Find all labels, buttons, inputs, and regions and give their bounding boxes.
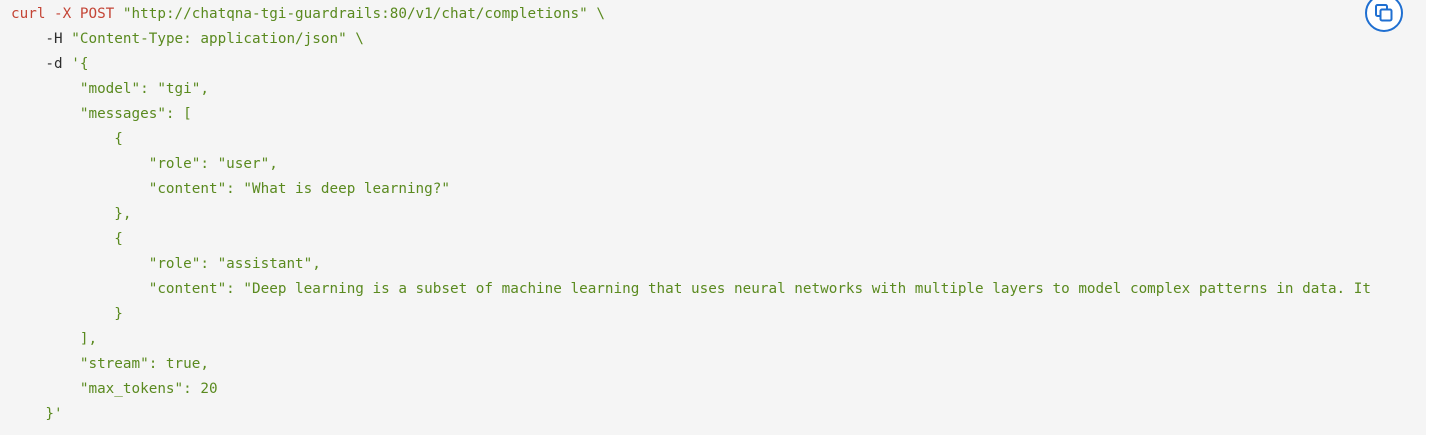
code-token: "role": "user", (11, 156, 278, 172)
code-line: { (11, 127, 1371, 152)
code-token: '{ (71, 56, 89, 72)
code-line: "max_tokens": 20 (11, 377, 1371, 402)
code-token: ], (11, 331, 98, 347)
code-line: curl -X POST "http://chatqna-tgi-guardra… (11, 2, 1371, 27)
code-line: "stream": true, (11, 352, 1371, 377)
code-line: -d '{ (11, 52, 1371, 77)
code-line: "content": "What is deep learning?" (11, 177, 1371, 202)
code-block: curl -X POST "http://chatqna-tgi-guardra… (0, 0, 1426, 435)
code-token: -d (11, 56, 72, 72)
code-token: "messages": [ (11, 106, 192, 122)
code-token: "model": "tgi", (11, 81, 209, 97)
code-line: "messages": [ (11, 102, 1371, 127)
code-line: ], (11, 327, 1371, 352)
code-line: { (11, 227, 1371, 252)
code-line: }' (11, 402, 1371, 427)
code-token: "content": "What is deep learning?" (11, 181, 450, 197)
code-line: "model": "tgi", (11, 77, 1371, 102)
code-token: "stream": true, (11, 356, 209, 372)
code-token: { (11, 131, 123, 147)
code-token: }' (11, 406, 63, 422)
code-line: -H "Content-Type: application/json" \ (11, 27, 1371, 52)
code-token: }, (11, 206, 132, 222)
code-token: "max_tokens": 20 (11, 381, 218, 397)
code-token: } (11, 306, 123, 322)
code-line: "content": "Deep learning is a subset of… (11, 277, 1371, 302)
code-line: "role": "assistant", (11, 252, 1371, 277)
code-line: }, (11, 202, 1371, 227)
code-token: -H (11, 31, 72, 47)
code-token: "role": "assistant", (11, 256, 321, 272)
code-token: "content": "Deep learning is a subset of… (11, 281, 1371, 297)
code-line: } (11, 302, 1371, 327)
code-line: "role": "user", (11, 152, 1371, 177)
code-token: "Content-Type: application/json" \ (71, 31, 364, 47)
code-token: "http://chatqna-tgi-guardrails:80/v1/cha… (122, 6, 605, 22)
code-token: { (11, 231, 123, 247)
copy-icon (1375, 4, 1393, 22)
code-content[interactable]: curl -X POST "http://chatqna-tgi-guardra… (11, 2, 1371, 427)
code-token: curl -X POST (11, 6, 123, 22)
